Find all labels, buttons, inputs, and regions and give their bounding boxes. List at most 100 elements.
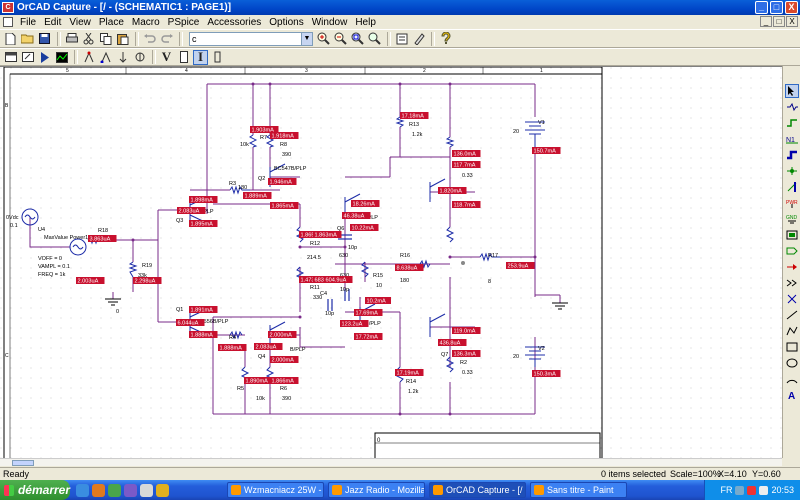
zoom-in-icon[interactable] xyxy=(316,31,331,46)
probe-p19[interactable]: 2.000mA xyxy=(270,356,299,364)
place-part-icon[interactable] xyxy=(785,100,799,114)
antivirus-icon[interactable] xyxy=(747,485,757,495)
arc-icon[interactable] xyxy=(785,372,799,386)
probe-p13[interactable]: 1.891mA xyxy=(189,306,218,314)
doc-restore-button[interactable]: □ xyxy=(773,16,785,27)
probe-p32[interactable]: 136.0mA xyxy=(452,150,481,158)
title-bar[interactable]: C OrCAD Capture - [/ - (SCHEMATIC1 : PAG… xyxy=(0,0,800,15)
probe-p21[interactable]: 1.866mA xyxy=(270,377,299,385)
menu-window[interactable]: Window xyxy=(308,17,352,28)
minimize-button[interactable]: _ xyxy=(755,1,768,14)
task-jazz-radio[interactable]: Jazz Radio - Mozilla Fi... xyxy=(328,482,425,498)
zoom-out-icon[interactable] xyxy=(333,31,348,46)
probe-p28[interactable]: 18.26mA xyxy=(351,200,380,208)
probe-p42[interactable]: 436.8uA xyxy=(438,339,467,347)
power-icon[interactable]: PWR xyxy=(785,196,799,210)
probe-p40[interactable]: 17.72mA xyxy=(354,333,383,341)
hierarchical-block-icon[interactable] xyxy=(785,228,799,242)
menu-options[interactable]: Options xyxy=(265,17,307,28)
menu-help[interactable]: Help xyxy=(351,17,380,28)
probe-p7[interactable]: 2.083uA xyxy=(177,207,206,215)
menu-place[interactable]: Place xyxy=(95,17,128,28)
open-icon[interactable] xyxy=(20,31,35,46)
probe-p27[interactable]: 46.38uA xyxy=(342,212,371,220)
select-tool-icon[interactable] xyxy=(784,84,799,98)
menu-macro[interactable]: Macro xyxy=(128,17,164,28)
text-icon[interactable]: A xyxy=(785,388,799,402)
menu-pspice[interactable]: PSpice xyxy=(164,17,204,28)
netlist-icon[interactable] xyxy=(394,31,409,46)
pin-icon[interactable] xyxy=(785,260,799,274)
probe-p11[interactable]: 2.003uA xyxy=(76,277,105,285)
folder-icon[interactable] xyxy=(140,483,153,497)
probe-p14[interactable]: 6.044uA xyxy=(176,319,205,327)
bias-current-button[interactable]: I xyxy=(193,49,208,65)
task-wzmacniacz[interactable]: Wzmacniacz 25W - A... xyxy=(227,482,324,498)
bias-power-icon[interactable] xyxy=(210,50,225,65)
document-icon[interactable] xyxy=(3,17,13,27)
doc-close-button[interactable]: X xyxy=(786,16,798,27)
probe-p43[interactable]: 136.3mA xyxy=(452,350,481,358)
probe-p37[interactable]: 253.9uA xyxy=(506,262,535,270)
probe-p41[interactable]: 119.0mA xyxy=(452,327,481,335)
paste-icon[interactable] xyxy=(115,31,130,46)
place-wire-icon[interactable] xyxy=(785,116,799,130)
menu-view[interactable]: View xyxy=(65,17,95,28)
menu-file[interactable]: File xyxy=(16,17,40,28)
off-page-icon[interactable] xyxy=(785,276,799,290)
menu-accessories[interactable]: Accessories xyxy=(203,17,265,28)
copy-icon[interactable] xyxy=(98,31,113,46)
probe-p16[interactable]: 1.888mA xyxy=(218,344,247,352)
probe-p29[interactable]: 10.22mA xyxy=(350,224,379,232)
annotate-icon[interactable] xyxy=(411,31,426,46)
bias-voltage-toggle-icon[interactable] xyxy=(176,50,191,65)
redo-icon[interactable] xyxy=(159,31,174,46)
probe-p31[interactable]: 17.18mA xyxy=(400,112,429,120)
probe-p44[interactable]: 17.19mA xyxy=(395,369,424,377)
current-marker-icon[interactable] xyxy=(115,50,130,65)
probe-p3[interactable]: 1.946mA xyxy=(268,178,297,186)
probe-p12[interactable]: 2.298uA xyxy=(133,277,162,285)
diff-marker-icon[interactable] xyxy=(98,50,113,65)
help-icon[interactable] xyxy=(438,31,453,46)
task-paint[interactable]: Sans titre - Paint xyxy=(530,482,627,498)
port-icon[interactable] xyxy=(785,244,799,258)
firefox-icon[interactable] xyxy=(92,483,105,497)
bus-entry-icon[interactable] xyxy=(785,180,799,194)
probe-p5[interactable]: 1.889mA xyxy=(243,192,272,200)
horizontal-scrollbar[interactable] xyxy=(0,458,782,466)
junction-icon[interactable] xyxy=(785,164,799,178)
view-results-icon[interactable] xyxy=(54,50,69,65)
probe-p36[interactable]: 150.7mA xyxy=(532,147,561,155)
power-marker-icon[interactable] xyxy=(132,50,147,65)
probe-p17[interactable]: 2.000mA xyxy=(268,331,297,339)
probe-p8[interactable]: 1.895mA xyxy=(189,220,218,228)
no-connect-icon[interactable] xyxy=(785,292,799,306)
probe-p45[interactable]: 150.3mA xyxy=(532,370,561,378)
zoom-area-icon[interactable] xyxy=(350,31,365,46)
scrollbar-thumb[interactable] xyxy=(12,460,34,466)
start-button[interactable]: démarrer xyxy=(0,480,70,500)
probe-p20[interactable]: 1.890mA xyxy=(244,377,273,385)
run-pspice-icon[interactable] xyxy=(37,50,52,65)
network-icon[interactable] xyxy=(735,485,745,495)
menu-edit[interactable]: Edit xyxy=(40,17,65,28)
probe-p34[interactable]: 1.820mA xyxy=(438,187,467,195)
task-orcad[interactable]: OrCAD Capture - [/ -... xyxy=(429,482,526,498)
probe-p30[interactable]: 8.638uA xyxy=(395,264,424,272)
probe-p33[interactable]: 117.7mA xyxy=(452,161,481,169)
probe-p35[interactable]: 118.7mA xyxy=(452,201,481,209)
polyline-icon[interactable] xyxy=(785,324,799,338)
probe-p38[interactable]: 17.69mA xyxy=(354,309,383,317)
bias-voltage-button[interactable]: V xyxy=(159,49,174,65)
maximize-button[interactable]: □ xyxy=(770,1,783,14)
probe-p15[interactable]: 1.888mA xyxy=(189,331,218,339)
zoom-all-icon[interactable] xyxy=(367,31,382,46)
new-icon[interactable] xyxy=(3,31,18,46)
ellipse-icon[interactable] xyxy=(785,356,799,370)
tray-language[interactable]: FR xyxy=(720,485,732,495)
edit-profile-icon[interactable] xyxy=(20,50,35,65)
save-icon[interactable] xyxy=(37,31,52,46)
doc-minimize-button[interactable]: _ xyxy=(760,16,772,27)
ground-icon[interactable]: GND xyxy=(785,212,799,226)
